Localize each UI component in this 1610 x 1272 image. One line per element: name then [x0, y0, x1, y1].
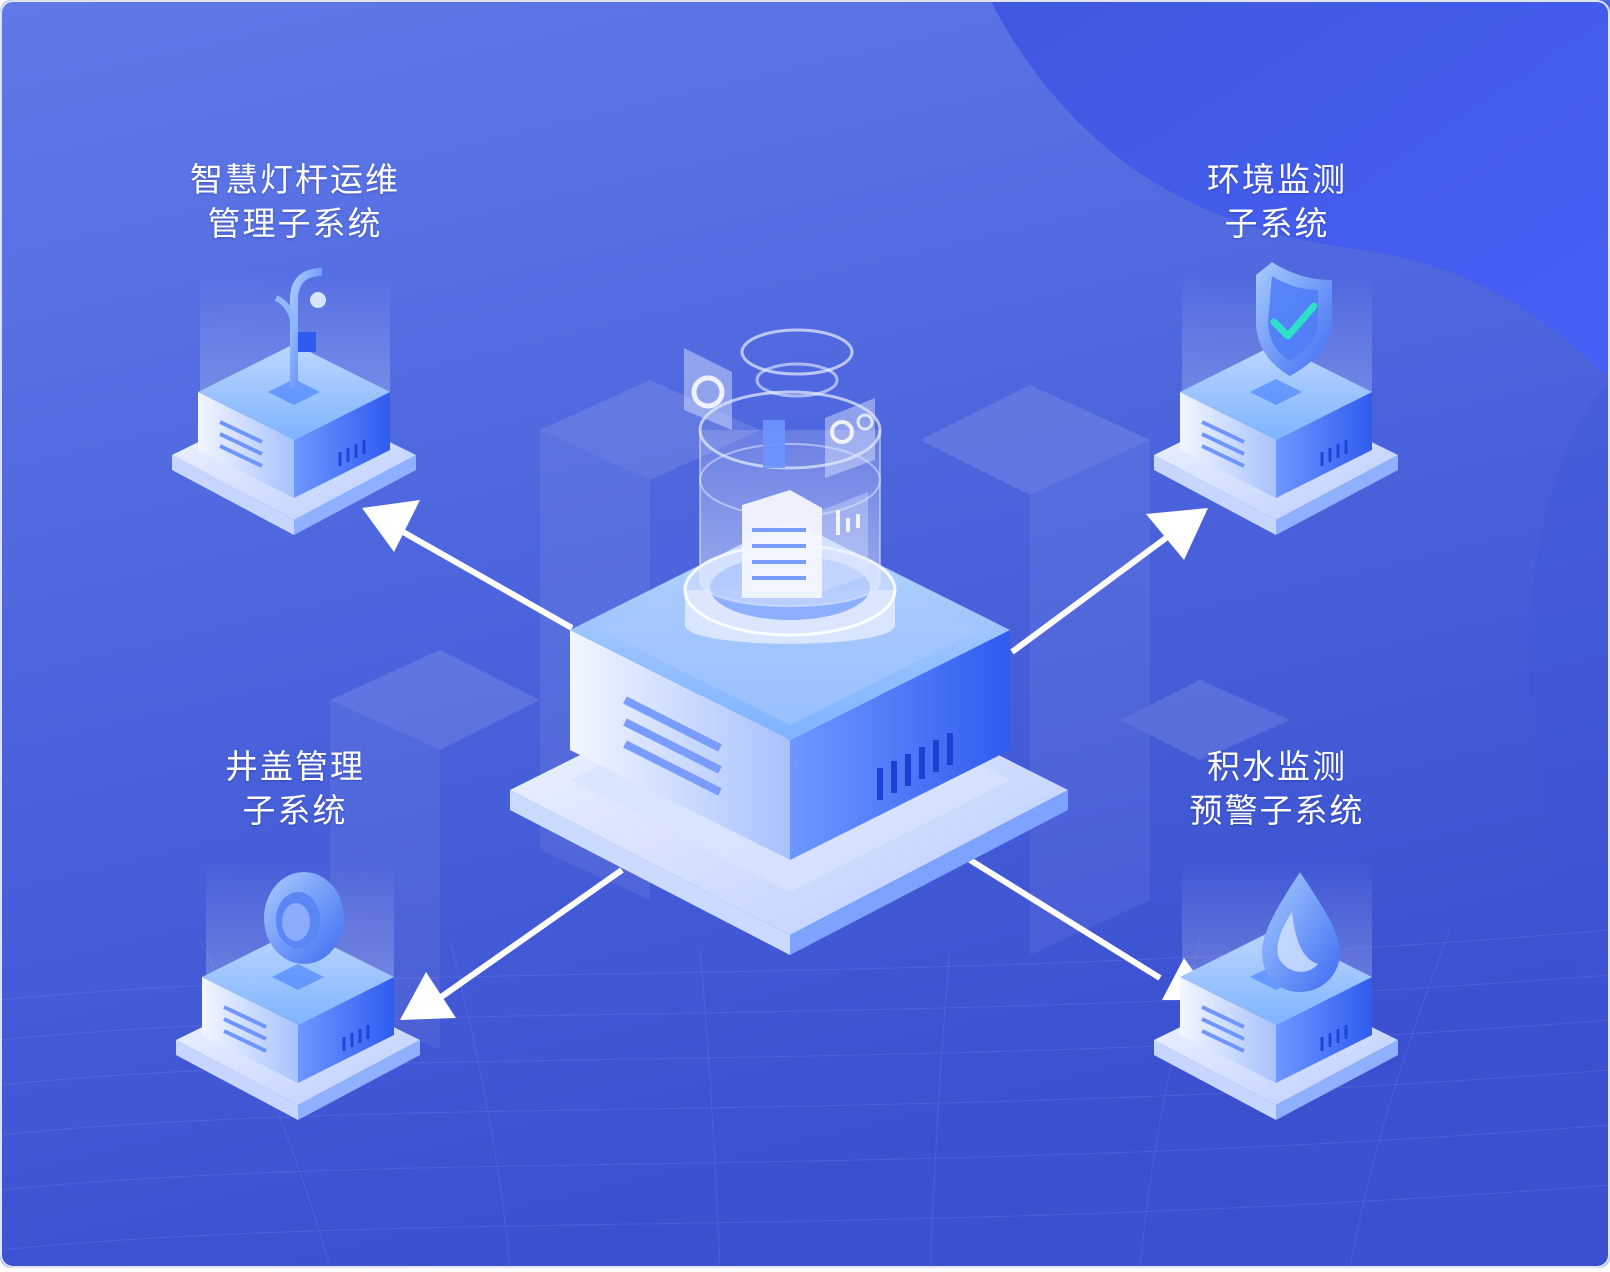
- label-environment-line2: 子系统: [1224, 204, 1330, 243]
- label-streetlight-line1: 智慧灯杆运维: [190, 160, 400, 199]
- label-manhole-line1: 井盖管理: [225, 747, 365, 786]
- label-waterlogging-line1: 积水监测: [1207, 747, 1347, 786]
- manhole-cover-icon: [264, 872, 344, 964]
- label-streetlight: 智慧灯杆运维 管理子系统: [145, 158, 445, 246]
- diagram-canvas: 智慧灯杆运维 管理子系统 环境监测 子系统 井盖管理 子系统 积水监测 预警子系…: [0, 0, 1610, 1269]
- label-waterlogging: 积水监测 预警子系统: [1127, 745, 1427, 833]
- label-environment-line1: 环境监测: [1207, 160, 1347, 199]
- label-manhole: 井盖管理 子系统: [145, 745, 445, 833]
- label-streetlight-line2: 管理子系统: [207, 204, 383, 243]
- label-manhole-line2: 子系统: [242, 791, 348, 830]
- label-environment: 环境监测 子系统: [1127, 158, 1427, 246]
- label-waterlogging-line2: 预警子系统: [1189, 791, 1365, 830]
